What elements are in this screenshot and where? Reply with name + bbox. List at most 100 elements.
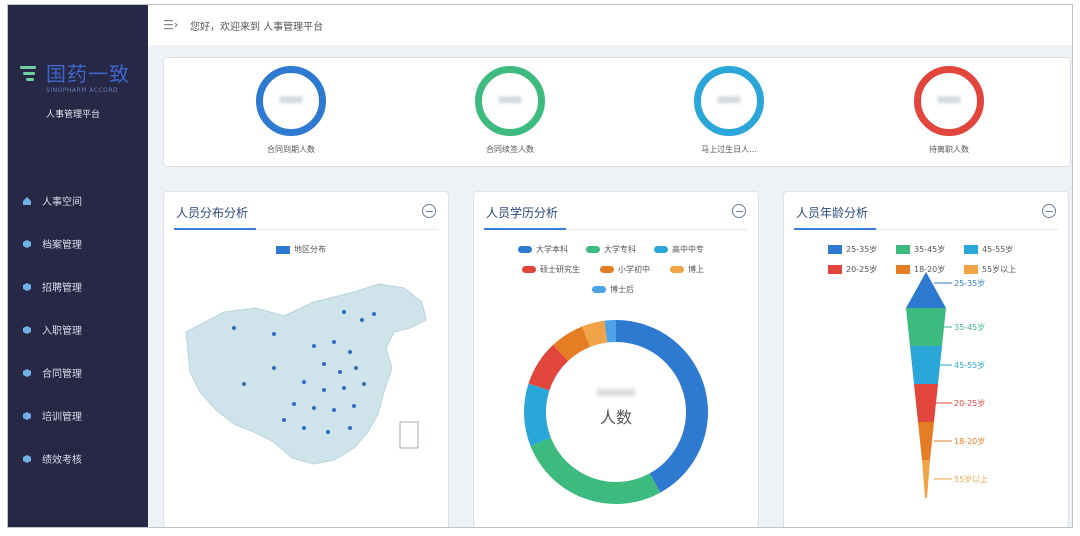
legend-label: 博上 [688, 265, 704, 274]
logo-mark-icon [18, 63, 40, 85]
sidebar-item-contracts[interactable]: 合同管理 [8, 351, 148, 394]
legend-swatch [586, 246, 600, 253]
legend-item[interactable]: 45-55岁 [964, 244, 1013, 255]
funnel-label: 25-35岁 [954, 278, 985, 288]
legend-item[interactable]: 小学初中 [600, 264, 650, 275]
legend-item[interactable]: 博士后 [592, 284, 634, 295]
collapse-icon[interactable] [732, 204, 746, 218]
legend-label: 大学专科 [604, 245, 636, 254]
legend-label: 25-35岁 [846, 245, 878, 254]
cube-icon [22, 368, 32, 378]
legend-item[interactable]: 高中中专 [654, 244, 704, 255]
legend-label: 小学初中 [618, 265, 650, 274]
menu-toggle-icon[interactable] [164, 19, 178, 31]
panel-title: 人员学历分析 [486, 206, 559, 220]
stats-card: 0000 合同到期人数 0000 合同续签人数 0000 马上过生日人... 0… [163, 57, 1071, 167]
map-legend[interactable]: 地区分布 [276, 244, 326, 255]
legend-item[interactable]: 大学本科 [518, 244, 568, 255]
stat-label: 合同续签人数 [486, 145, 534, 154]
stat-contract-expiring[interactable]: 0000 合同到期人数 [231, 66, 351, 155]
sidebar-nav: 人事空间 档案管理 招聘管理 入职管理 合同管理 培训管理 绩效考核 [8, 179, 148, 480]
sidebar-item-label: 招聘管理 [42, 283, 82, 294]
stat-ring: 0000 [475, 66, 545, 136]
stat-value: 0000 [498, 96, 522, 106]
stat-label: 合同到期人数 [267, 145, 315, 154]
legend-item[interactable]: 硕士研究生 [522, 264, 580, 275]
legend-label: 35-45岁 [914, 245, 946, 254]
stat-ring: 0000 [694, 66, 764, 136]
funnel-label: 35-45岁 [954, 322, 985, 332]
panel-title-underline [484, 228, 566, 230]
sidebar-item-label: 培训管理 [42, 412, 82, 423]
age-panel: 人员年龄分析 25-35岁 35-45岁 45-55岁 20-25岁 18-20岁 55岁… [783, 191, 1069, 527]
distribution-panel: 人员分布分析 地区分布 [163, 191, 449, 528]
sidebar-item-training[interactable]: 培训管理 [8, 394, 148, 437]
legend-item[interactable]: 大学专科 [586, 244, 636, 255]
brand-logo: 国药一致 [18, 63, 130, 85]
home-icon [22, 196, 32, 206]
funnel-label: 18-20岁 [954, 436, 985, 446]
panel-title: 人员分布分析 [176, 206, 249, 220]
stat-upcoming-birthdays[interactable]: 0000 马上过生日人... [669, 66, 789, 155]
legend-swatch [518, 246, 532, 253]
sidebar-item-label: 入职管理 [42, 326, 82, 337]
brand-name: 国药一致 [46, 62, 130, 86]
legend-swatch [276, 245, 290, 254]
legend-label: 地区分布 [294, 245, 326, 254]
donut-center-label: 人数 [599, 408, 632, 427]
legend-label: 博士后 [610, 285, 634, 294]
china-map[interactable] [164, 272, 448, 528]
welcome-message: 您好，欢迎来到 人事管理平台 [190, 21, 324, 33]
stat-pending-resignation[interactable]: 0000 待离职人数 [889, 66, 1009, 155]
stat-contract-renewal[interactable]: 0000 合同续签人数 [450, 66, 570, 155]
stat-ring: 0000 [914, 66, 984, 136]
legend-label: 大学本科 [536, 245, 568, 254]
stat-label: 待离职人数 [929, 145, 969, 154]
stat-value: 0000 [279, 96, 303, 106]
legend-swatch [600, 266, 614, 273]
funnel-segment-6[interactable] [922, 460, 930, 498]
donut-center-value: 000000 [596, 388, 636, 399]
funnel-segment-5[interactable] [918, 422, 934, 460]
legend-item[interactable]: 25-35岁 [828, 244, 877, 255]
funnel-label: 45-55岁 [954, 360, 985, 370]
sidebar-item-label: 绩效考核 [42, 455, 82, 466]
collapse-icon[interactable] [1042, 204, 1056, 218]
cube-icon [22, 325, 32, 335]
cube-icon [22, 239, 32, 249]
cube-icon [22, 454, 32, 464]
legend-swatch [522, 266, 536, 273]
panel-title-underline [794, 228, 876, 230]
stat-label: 马上过生日人... [701, 145, 757, 154]
legend-item[interactable]: 博上 [670, 264, 704, 275]
sidebar-item-label: 档案管理 [42, 240, 82, 251]
legend-swatch [896, 245, 910, 254]
app-window: 国药一致 SINOPHARM ACCORD 人事管理平台 人事空间 档案管理 招… [7, 4, 1073, 528]
education-panel: 人员学历分析 大学本科 大学专科 高中中专硕士研究生 小学初中 博上博士后 000000… [473, 191, 759, 527]
sidebar-item-hr-space[interactable]: 人事空间 [8, 179, 148, 222]
sidebar-item-recruitment[interactable]: 招聘管理 [8, 265, 148, 308]
stat-value: 0000 [717, 96, 741, 106]
donut-slice-2[interactable] [530, 437, 661, 504]
legend-swatch [670, 266, 684, 273]
sidebar-item-onboarding[interactable]: 入职管理 [8, 308, 148, 351]
legend-item[interactable]: 35-45岁 [896, 244, 945, 255]
cube-icon [22, 282, 32, 292]
sidebar-item-archives[interactable]: 档案管理 [8, 222, 148, 265]
legend-swatch [828, 245, 842, 254]
stat-value: 0000 [937, 96, 961, 106]
panel-title: 人员年龄分析 [796, 206, 869, 220]
platform-subtitle: 人事管理平台 [46, 110, 101, 120]
legend-label: 硕士研究生 [540, 265, 580, 274]
funnel-segment-1[interactable] [906, 272, 946, 308]
funnel-label: 55岁以上 [954, 474, 988, 484]
sidebar-item-performance[interactable]: 绩效考核 [8, 437, 148, 480]
sidebar: 国药一致 SINOPHARM ACCORD 人事管理平台 人事空间 档案管理 招… [8, 5, 148, 527]
collapse-icon[interactable] [422, 204, 436, 218]
stat-ring: 0000 [256, 66, 326, 136]
age-funnel-chart[interactable]: 25-35岁 35-45岁 45-55岁 20-25岁 18-20岁 55岁以上 [784, 272, 1068, 512]
funnel-label: 20-25岁 [954, 398, 985, 408]
legend-swatch [964, 245, 978, 254]
legend-label: 高中中专 [672, 245, 704, 254]
legend-swatch [592, 286, 606, 293]
